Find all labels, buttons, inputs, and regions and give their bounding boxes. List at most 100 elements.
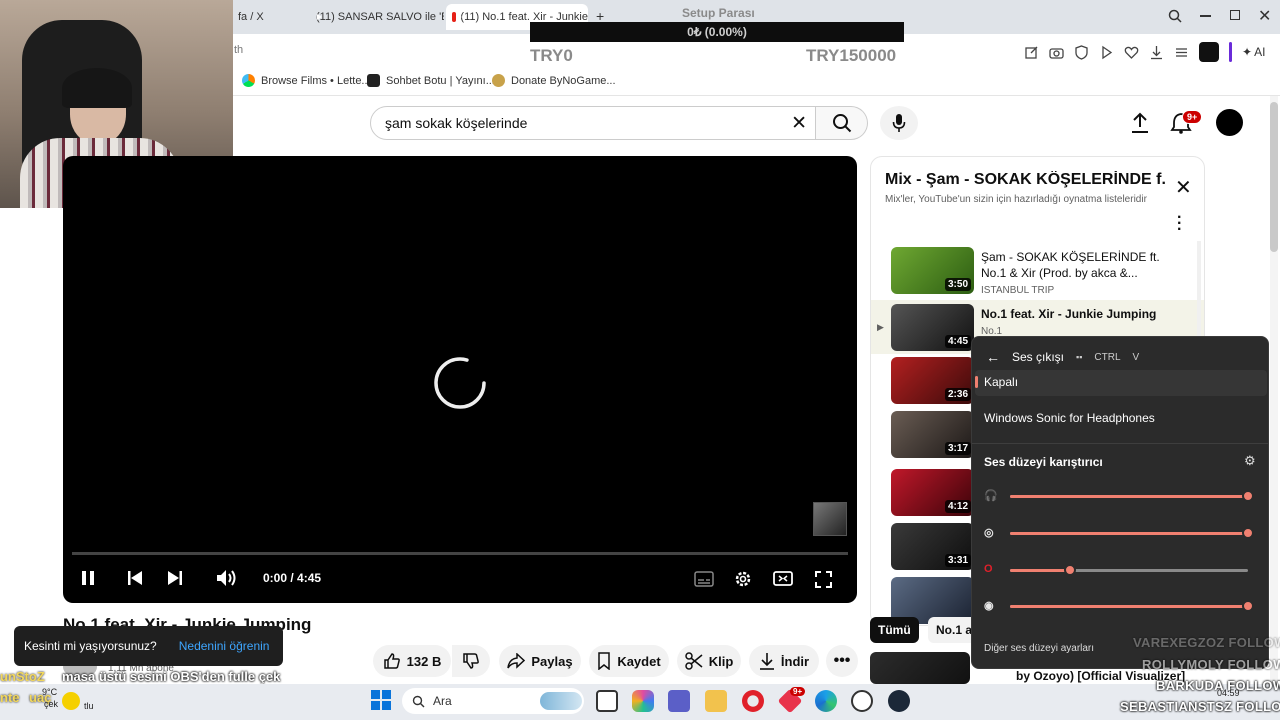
download-icon[interactable] [1149, 45, 1164, 60]
fullscreen-button[interactable] [815, 571, 832, 592]
clear-search-icon[interactable]: ✕ [791, 112, 807, 135]
duration-badge: 2:36 [944, 388, 971, 401]
settings-button[interactable] [734, 570, 752, 592]
video-progress-bar[interactable] [72, 552, 848, 555]
volume-slider[interactable] [1010, 490, 1254, 502]
more-horizontal-icon: ••• [833, 652, 851, 669]
system-sounds-icon[interactable]: ◎ [984, 526, 998, 540]
playlist-title: Mix - Şam - SOKAK KÖŞELERİNDE f... [885, 171, 1165, 188]
playlist-item-title: Şam - SOKAK KÖŞELERİNDE ft. No.1 & Xir (… [981, 250, 1160, 280]
bookmark-browse-films[interactable]: Browse Films • Lette... [242, 74, 371, 87]
previous-button[interactable] [127, 571, 143, 589]
shortcut-label: CTRL [1094, 351, 1121, 363]
shield-icon[interactable] [1074, 44, 1089, 60]
address-field[interactable]: th [234, 44, 243, 56]
mixer-settings-icon[interactable]: ⚙ [1244, 453, 1256, 469]
theater-mode-button[interactable] [773, 571, 793, 590]
volume-slider-thumb[interactable] [1242, 490, 1254, 502]
playlist-menu-icon[interactable]: · · · [1177, 210, 1182, 238]
volume-slider-thumb[interactable] [1063, 564, 1076, 576]
follower-name: BARKUDA [1156, 678, 1224, 693]
volume-slider[interactable] [1010, 600, 1254, 612]
volume-slider-thumb[interactable] [1242, 600, 1254, 612]
back-arrow-icon[interactable]: ← [986, 349, 1000, 365]
edit-icon[interactable] [1024, 45, 1039, 60]
tab-sansar-salvo[interactable]: (11) SANSAR SALVO ile 'E [306, 4, 444, 30]
teams-icon[interactable] [668, 690, 690, 712]
close-playlist-icon[interactable]: ✕ [1175, 175, 1192, 200]
scissors-icon [684, 652, 703, 670]
like-button[interactable]: 132 B [373, 645, 451, 677]
file-explorer-icon[interactable] [705, 690, 727, 712]
save-button[interactable]: Kaydet [589, 645, 669, 677]
clip-button[interactable]: Klip [677, 645, 741, 677]
voice-search-button[interactable] [880, 106, 918, 140]
copilot-icon[interactable] [632, 690, 654, 712]
headphones-icon[interactable]: 🎧 [984, 489, 998, 503]
subtitles-button[interactable] [694, 571, 714, 591]
dislike-button[interactable] [452, 645, 490, 677]
chip-all[interactable]: Tümü [870, 617, 919, 643]
playlist-item[interactable]: 3:50 Şam - SOKAK KÖŞELERİNDE ft. No.1 & … [871, 247, 1204, 303]
opera-gx-icon[interactable] [742, 690, 764, 712]
volume-slider-thumb[interactable] [1242, 527, 1254, 539]
play-icon[interactable] [1099, 45, 1114, 60]
profile-icon[interactable] [1199, 42, 1219, 62]
tab-x[interactable]: fa / X [232, 4, 306, 30]
close-window-icon[interactable]: ✕ [1258, 6, 1271, 26]
heart-icon[interactable] [1124, 45, 1139, 60]
weather-temperature[interactable]: 9°C [42, 687, 57, 697]
bookmark-donate[interactable]: Donate ByNoGame... [492, 74, 616, 87]
tab-label: (11) SANSAR SALVO ile 'E [316, 11, 444, 23]
upload-icon[interactable] [1130, 112, 1150, 134]
search-tabs-icon[interactable] [1168, 9, 1182, 23]
page-scroll-thumb[interactable] [1270, 102, 1278, 252]
task-view-icon[interactable] [596, 690, 618, 712]
more-actions-button[interactable]: ••• [826, 645, 858, 677]
toast-learn-link[interactable]: Nedenini öğrenin [179, 639, 270, 653]
follow-alert: ROLLYMOLY FOLLOW [1142, 657, 1280, 672]
share-button[interactable]: Paylaş [499, 645, 581, 677]
playlist-item-title: No.1 feat. Xir - Junkie Jumping [981, 307, 1157, 321]
audio-option-sonic[interactable]: Windows Sonic for Headphones [984, 411, 1155, 425]
obs-icon[interactable] [851, 690, 873, 712]
steam-icon[interactable] [888, 690, 910, 712]
restore-icon[interactable] [1230, 10, 1240, 20]
pause-button[interactable] [81, 570, 95, 590]
volume-slider[interactable] [1010, 527, 1254, 539]
windows-start-icon[interactable] [371, 690, 391, 710]
fullscreen-icon [815, 571, 832, 588]
audio-option-off[interactable]: Kapalı [975, 370, 1267, 396]
duration-badge: 3:50 [944, 278, 971, 291]
bookmark-sohbet-botu[interactable]: Sohbet Botu | Yayını... [367, 74, 495, 87]
volume-button[interactable] [216, 569, 238, 591]
download-button[interactable]: İndir [749, 645, 819, 677]
menu-icon[interactable] [1174, 45, 1189, 60]
follower-name: ROLLYMOLY [1142, 657, 1224, 672]
more-volume-settings[interactable]: Diğer ses düzeyi ayarları [984, 643, 1094, 654]
follow-alert: SEBASTIANSTSZ FOLLOW [1120, 699, 1280, 714]
volume-slider[interactable] [1010, 564, 1248, 576]
avatar[interactable] [1216, 109, 1243, 136]
download-icon [759, 653, 774, 670]
camera-icon[interactable] [1049, 45, 1064, 60]
notification-badge: 9+ [1182, 110, 1203, 124]
taskbar-search[interactable]: Ara [402, 688, 584, 714]
search-button[interactable] [816, 106, 868, 140]
lag-toast: Kesinti mi yaşıyorsunuz? Nedenini öğreni… [14, 626, 283, 666]
ai-button[interactable]: ✦ AI [1242, 45, 1265, 59]
save-label: Kaydet [617, 653, 661, 669]
steam-icon[interactable]: ◉ [984, 599, 998, 613]
next-button[interactable] [167, 571, 183, 589]
toast-question: Kesinti mi yaşıyorsunuz? [24, 639, 157, 653]
search-input[interactable]: şam sokak köşelerinde ✕ [370, 106, 816, 140]
video-player[interactable] [63, 156, 857, 603]
recommended-thumbnail[interactable] [870, 652, 970, 684]
follow-label: FOLLOW [1227, 678, 1280, 693]
volume-slider-fill [1010, 605, 1248, 608]
minimize-icon[interactable] [1200, 15, 1211, 17]
opera-icon[interactable]: O [984, 563, 998, 577]
edge-icon[interactable] [815, 690, 837, 712]
page-scrollbar[interactable] [1270, 96, 1278, 684]
channel-watermark[interactable] [813, 502, 847, 536]
